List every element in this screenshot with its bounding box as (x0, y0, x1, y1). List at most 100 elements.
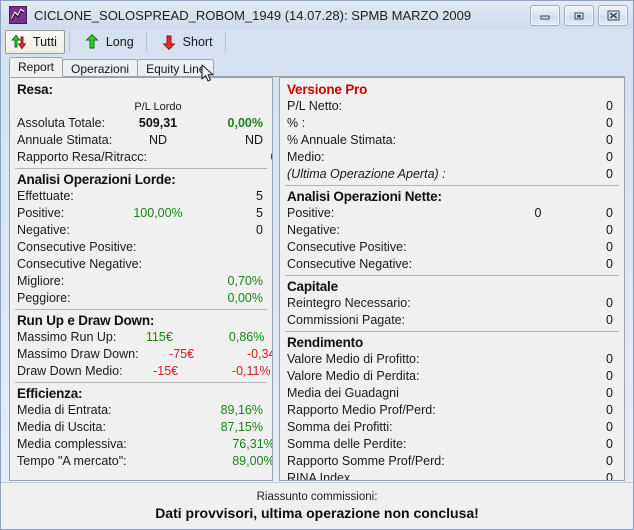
value-negative-lorde: 0 (256, 223, 263, 237)
table-row: Media complessiva: 76,31% (15, 436, 272, 453)
value-rapporto-medio-prof-perd: 0 (606, 403, 613, 417)
toolbar-button-tutti-label: Tutti (33, 35, 57, 49)
table-row: Valore Medio di Profitto: 0 (285, 351, 619, 368)
value-draw-down-medio-eur: -15€ (153, 364, 179, 378)
label-media-di-entrata: Media di Entrata: (17, 403, 112, 417)
gross-statistics-panel: Resa: Assoluta Totale: P/L Lordo Assolut… (9, 77, 273, 481)
group-efficienza-heading: Efficienza: (17, 386, 83, 401)
toolbar-separator-3 (224, 32, 226, 52)
value-percent-annuale-stimata: 0 (606, 133, 613, 147)
table-row: Massimo Draw Down: -75€ -0,34% (15, 346, 272, 363)
table-row: Massimo Run Up: 115€ 0,86% (15, 329, 267, 346)
label-consecutive-negative-nette: Consecutive Negative: (287, 257, 413, 271)
group-analisi-nette-heading: Analisi Operazioni Nette: (287, 189, 442, 204)
up-down-arrows-icon (10, 33, 28, 51)
toolbar-button-long[interactable]: Long (78, 30, 142, 54)
toolbar-separator-1 (68, 32, 70, 52)
value-consecutive-positive-nette: 0 (606, 240, 613, 254)
table-row: Effettuate: 5 (15, 188, 267, 205)
label-percent: % : (287, 116, 306, 130)
label-consecutive-negative-lorde: Consecutive Negative: (17, 257, 143, 271)
value-negative-nette: 0 (606, 223, 613, 237)
label-tempo-a-mercato: Tempo "A mercato": (17, 454, 127, 468)
value-massimo-run-up-eur: 115€ (145, 330, 173, 344)
window-controls (530, 5, 628, 26)
value-positive-nette-mid: 0 (534, 206, 542, 220)
value-assoluta-totale: 509,31 (138, 116, 178, 130)
table-row: % Annuale Stimata: 0 (285, 132, 619, 149)
label-somma-dei-profitti: Somma dei Profitti: (287, 420, 393, 434)
group-run-up-draw-down: Run Up e Draw Down: Massimo Run Up: 115€… (15, 309, 272, 382)
tab-strip: Report Operazioni Equity Line (9, 57, 625, 77)
value-massimo-run-up-pct: 0,86% (228, 330, 265, 344)
group-versione-pro: Versione Pro P/L Netto: 0 % : 0 % Annual… (285, 82, 619, 185)
group-capitale: Capitale Reintegro Necessario: 0 Commiss… (285, 275, 619, 331)
label-migliore: Migliore: (17, 274, 65, 288)
group-run-up-draw-down-heading: Run Up e Draw Down: (17, 313, 155, 328)
value-media-di-uscita: 87,15% (220, 420, 263, 434)
value-positive-nette: 0 (606, 206, 613, 220)
value-medio: 0 (606, 150, 613, 164)
value-somma-delle-perdite: 0 (606, 437, 613, 451)
group-resa-heading: Resa: (17, 82, 53, 97)
label-negative-lorde: Negative: (17, 223, 70, 237)
table-row: Reintegro Necessario: 0 (285, 295, 619, 312)
table-row: Consecutive Negative: 0 (285, 256, 619, 273)
label-draw-down-medio: Draw Down Medio: (17, 364, 123, 378)
label-consecutive-positive-nette: Consecutive Positive: (287, 240, 407, 254)
tab-equity-line[interactable]: Equity Line (137, 59, 215, 77)
value-annuale-stimata: ND (148, 133, 168, 147)
toolbar-separator-2 (145, 32, 147, 52)
label-pl-netto: P/L Netto: (287, 99, 343, 113)
label-peggiore: Peggiore: (17, 291, 71, 305)
group-capitale-heading: Capitale (287, 279, 338, 294)
title-bar: CICLONE_SOLOSPREAD_ROBOM_1949 (14.07.28)… (1, 1, 633, 29)
close-button[interactable] (598, 5, 628, 26)
group-analisi-lorde-heading: Analisi Operazioni Lorde: (17, 172, 176, 187)
table-row: Somma delle Perdite: 0 (285, 436, 619, 453)
label-media-complessiva: Media complessiva: (17, 437, 127, 451)
tab-operazioni[interactable]: Operazioni (62, 59, 139, 77)
application-window: CICLONE_SOLOSPREAD_ROBOM_1949 (14.07.28)… (0, 0, 634, 530)
table-row: Rapporto Resa/Ritracc: 0,42 (15, 149, 272, 166)
label-massimo-run-up: Massimo Run Up: (17, 330, 117, 344)
value-consecutive-negative-nette: 0 (606, 257, 613, 271)
label-reintegro-necessario: Reintegro Necessario: (287, 296, 411, 310)
label-consecutive-positive-lorde: Consecutive Positive: (17, 240, 137, 254)
label-rapporto-somme-prof-perd: Rapporto Somme Prof/Perd: (287, 454, 445, 468)
table-row: Peggiore: 0,00% (15, 290, 267, 307)
group-efficienza: Efficienza: Media di Entrata: 89,16% Med… (15, 382, 272, 472)
restore-button[interactable] (564, 5, 594, 26)
caption-pl-lordo: P/L Lordo (134, 101, 182, 113)
value-pl-netto: 0 (606, 99, 613, 113)
value-consecutive-negative-lorde: 0 (228, 256, 272, 273)
value-positive-lorde: 5 (256, 206, 263, 220)
label-somma-delle-perdite: Somma delle Perdite: (287, 437, 407, 451)
table-row: Rapporto Medio Prof/Perd: 0 (285, 402, 619, 419)
toolbar-button-tutti[interactable]: Tutti (5, 30, 65, 54)
value-ultima-operazione-aperta: 0 (606, 167, 613, 181)
label-annuale-stimata: Annuale Stimata: (17, 133, 113, 147)
table-row: Tempo "A mercato": 89,00% (15, 453, 272, 470)
label-effettuate: Effettuate: (17, 189, 74, 203)
caption-row-pl-lordo: Assoluta Totale: P/L Lordo (15, 98, 267, 115)
value-valore-medio-di-profitto: 0 (606, 352, 613, 366)
table-row: % : 0 (285, 115, 619, 132)
table-row: Media dei Guadagni 0 (285, 385, 619, 402)
table-row: Negative: 0 (15, 222, 267, 239)
tab-report[interactable]: Report (9, 57, 64, 77)
label-massimo-draw-down: Massimo Draw Down: (17, 347, 139, 361)
minimize-button[interactable] (530, 5, 560, 26)
table-row: Media di Entrata: 89,16% (15, 402, 267, 419)
label-assoluta-totale: Assoluta Totale: (17, 116, 106, 130)
window-title: CICLONE_SOLOSPREAD_ROBOM_1949 (14.07.28)… (34, 7, 472, 23)
table-row: RINA Index 0 (285, 470, 619, 481)
status-bar: Riassunto commissioni: Dati provvisori, … (1, 482, 633, 529)
net-statistics-panel: Versione Pro P/L Netto: 0 % : 0 % Annual… (279, 77, 625, 481)
table-row: Consecutive Positive: 5 (15, 239, 267, 256)
toolbar-button-short[interactable]: Short (155, 30, 221, 54)
table-row: Medio: 0 (285, 149, 619, 166)
client-area: Report Operazioni Equity Line Resa: Asso… (9, 57, 625, 481)
label-rina-index: RINA Index (287, 471, 351, 481)
value-migliore: 0,70% (227, 274, 263, 288)
